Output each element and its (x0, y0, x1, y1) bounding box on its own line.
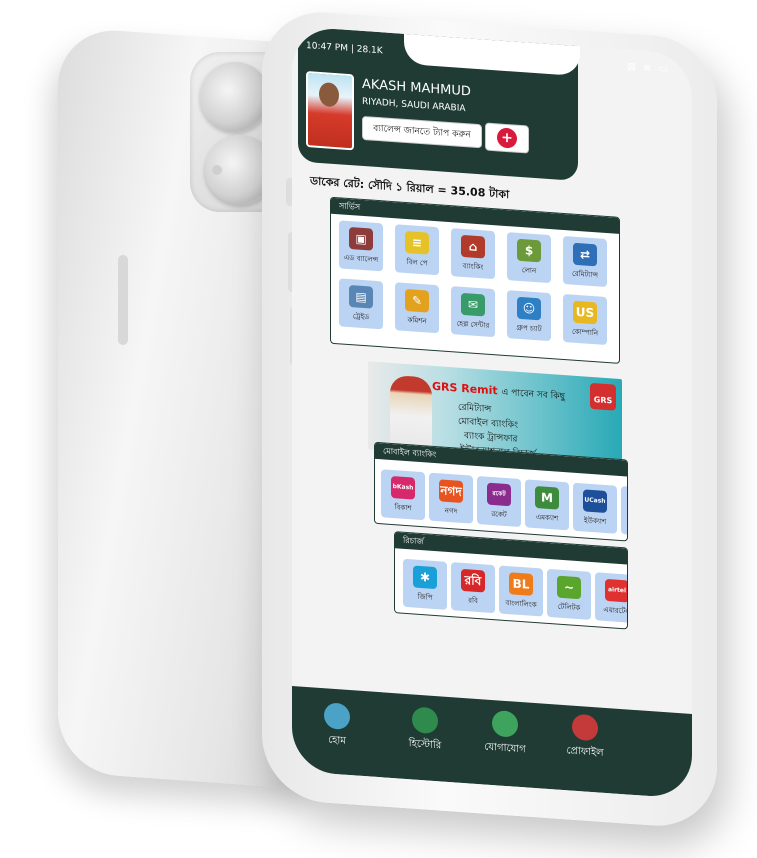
nav-label: যোগাযোগ (484, 741, 526, 756)
service-label: গ্রুপ চ্যাট (516, 323, 542, 334)
bkash-icon: bKash (391, 475, 415, 500)
bank-icon: ⌂ (461, 234, 485, 259)
recharge-label: জিপি (417, 592, 433, 602)
service-tile[interactable]: ✎ কমিশন (395, 282, 439, 334)
service-tile[interactable]: ▤ ট্রেইড (339, 278, 383, 330)
recharge-tile[interactable]: airtel এয়ারটেল (595, 572, 628, 624)
wallet-icon: ▣ (349, 227, 373, 251)
service-label: লোন (521, 266, 537, 276)
recharge-section: রিচার্জ ✱ জিপি রবি রবি BL বাংলালিংক ~ টেলিটক air… (394, 531, 628, 630)
services-section: সার্ভিস ▣ এড ব্যালেন্স ≡ বিল পে ⌂ ব্যাংকিং $ লো… (330, 196, 620, 364)
remittance-icon: ⇄ (573, 242, 597, 267)
plus-icon: + (497, 127, 517, 149)
recharge-label: বাংলালিংক (505, 598, 537, 610)
mobile-banking-label: নগদ (444, 506, 458, 516)
status-time: 10:47 PM | 28.1K (306, 40, 383, 57)
nagad-icon: নগদ (439, 479, 463, 503)
chat-icon (492, 710, 518, 738)
mobile-banking-tile[interactable]: Sশি (621, 486, 628, 538)
recharge-tile[interactable]: ✱ জিপি (403, 558, 447, 610)
mobile-banking-label: ইউক্যাশ (583, 516, 607, 526)
group-chat-icon: ☺ (517, 296, 541, 321)
commission-icon: ✎ (405, 288, 429, 313)
bill-icon: ≡ (405, 230, 429, 255)
banner-brand: GRS Remit (432, 379, 498, 398)
trade-icon: ▤ (349, 285, 373, 309)
mobile-banking-label: শি (621, 517, 628, 532)
status-icons: ⊠ ≋ ▭ (627, 61, 670, 76)
service-label: হেল্প সেন্টার (456, 319, 490, 330)
mobile-banking-label: এমক্যাশ (535, 513, 559, 523)
teletalk-icon: ~ (557, 575, 581, 600)
service-tile[interactable]: ☺ গ্রুপ চ্যাট (507, 290, 551, 342)
service-label: রেমিট্যান্স (572, 269, 598, 280)
nav-history[interactable]: হিস্টোরি (390, 705, 460, 757)
mobile-banking-tile[interactable]: রকেট রকেট (477, 475, 521, 528)
nav-label: হিস্টোরি (408, 738, 442, 752)
mobile-banking-tile[interactable]: UCash ইউক্যাশ (573, 482, 617, 534)
recharge-tile[interactable]: ~ টেলিটক (547, 568, 591, 620)
loan-icon: $ (517, 238, 541, 263)
service-tile[interactable]: ⌂ ব্যাংকিং (451, 228, 495, 280)
about-us-icon: US (573, 300, 597, 325)
mobile-banking-tile[interactable]: নগদ নগদ (429, 472, 473, 524)
banner-headline: GRS Remit এ পাবেন সব কিছু (432, 380, 565, 404)
nav-profile[interactable]: প্রোফাইল (550, 712, 620, 764)
recharge-label: এয়ারটেল (603, 605, 628, 616)
avatar[interactable] (306, 70, 354, 151)
recharge-label: রবি (468, 596, 478, 606)
profile-icon (572, 713, 598, 742)
service-tile[interactable]: ✉ হেল্প সেন্টার (451, 286, 495, 338)
service-label: ট্রেইড (352, 312, 370, 322)
mobile-banking-tile[interactable]: M এমক্যাশ (525, 479, 569, 531)
rocket-icon: রকেট (487, 482, 511, 507)
grameenphone-icon: ✱ (413, 565, 437, 590)
flash-icon (212, 165, 222, 175)
recharge-tile[interactable]: রবি রবি (451, 562, 495, 614)
service-tile[interactable]: ⇄ রেমিট্যান্স (563, 235, 607, 288)
mobile-banking-label: রকেট (491, 509, 507, 520)
banner-headline-tail: এ পাবেন সব কিছু (501, 387, 565, 403)
phone-screen: 10:47 PM | 28.1K ⊠ ≋ ▭ AKASH MAHMUD RIYA… (292, 26, 692, 799)
robi-icon: রবি (461, 568, 485, 593)
service-label: ব্যাংকিং (462, 261, 484, 272)
service-tile[interactable]: ▣ এড ব্যালেন্স (339, 220, 383, 272)
service-tile[interactable]: ≡ বিল পে (395, 224, 439, 276)
service-label: বিল পে (406, 258, 428, 268)
grs-logo: GRS (590, 382, 616, 411)
add-balance-button[interactable]: + (485, 122, 529, 154)
service-label: কোম্পানি (571, 327, 599, 338)
nav-home[interactable]: হোম (302, 701, 372, 753)
back-side-button (118, 255, 128, 345)
service-label: এড ব্যালেন্স (343, 253, 379, 265)
nav-label: প্রোফাইল (566, 745, 604, 759)
service-label: কমিশন (407, 316, 427, 326)
nav-chat[interactable]: যোগাযোগ (470, 708, 540, 760)
mobile-banking-tile[interactable]: bKash বিকাশ (381, 469, 425, 521)
service-tile[interactable]: $ লোন (507, 232, 551, 284)
ucash-icon: UCash (583, 489, 607, 514)
banglalink-icon: BL (509, 572, 533, 596)
recharge-tile[interactable]: BL বাংলালিংক (499, 565, 543, 617)
camera-lens-icon (200, 62, 270, 132)
nav-label: হোম (328, 734, 346, 747)
mcash-icon: M (535, 486, 559, 510)
home-icon (324, 702, 350, 731)
recharge-label: টেলিটক (557, 602, 581, 613)
airtel-icon: airtel (605, 578, 628, 603)
mobile-banking-label: বিকাশ (394, 503, 412, 513)
help-icon: ✉ (461, 292, 485, 317)
mobile-banking-section: মোবাইল ব্যাংকিং bKash বিকাশ নগদ নগদ রকেট রকেট… (374, 441, 628, 542)
service-tile[interactable]: US কোম্পানি (563, 293, 607, 346)
history-icon (412, 706, 438, 735)
